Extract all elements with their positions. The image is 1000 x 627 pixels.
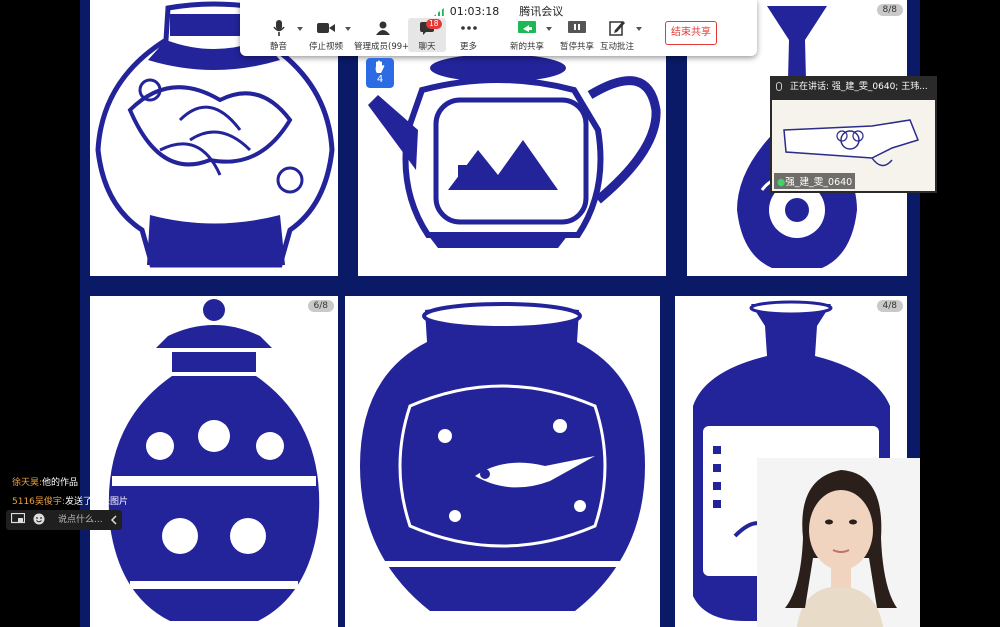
mute-options-caret[interactable] xyxy=(297,27,303,31)
speaker-video[interactable]: ●强_建_雯_0640 xyxy=(772,100,935,191)
microphone-icon xyxy=(776,82,782,91)
more-dots-icon xyxy=(460,20,477,36)
meeting-toolbar: 01:03:18 腾讯会议 静音 停止视频 管理成员(99+) 18 聊天 更多 xyxy=(240,0,757,56)
page-badge: 8/8 xyxy=(876,4,903,16)
new-share-button[interactable]: 新的共享 xyxy=(510,20,544,52)
vase-card-bird-jar xyxy=(345,296,660,627)
chat-button[interactable]: 18 聊天 xyxy=(408,18,446,52)
elapsed-time: 01:03:18 xyxy=(449,5,500,18)
raise-hand-indicator[interactable]: 4 xyxy=(366,58,394,88)
pause-icon xyxy=(560,20,594,36)
screen-share-chat-icon[interactable] xyxy=(10,512,26,528)
bird-jar-image xyxy=(360,302,645,611)
speaking-status: 正在讲话: 强_建_雯_0640; 王玮... xyxy=(790,82,928,92)
pause-share-button[interactable]: 暂停共享 xyxy=(560,20,594,52)
emoji-icon[interactable] xyxy=(33,513,45,528)
vase-card-lidded-jar: 6/8 xyxy=(90,296,338,627)
chat-message: 徐天昊:他的作品 xyxy=(12,478,79,488)
more-button[interactable]: 更多 xyxy=(460,20,477,52)
lidded-jar-image xyxy=(108,299,320,621)
annotate-options-caret[interactable] xyxy=(636,27,642,31)
presenter-video-frame xyxy=(757,458,920,627)
microphone-icon xyxy=(270,20,287,36)
end-share-button[interactable]: 结束共享 xyxy=(665,21,717,45)
annotate-icon xyxy=(600,20,634,36)
mute-button[interactable]: 静音 xyxy=(270,20,287,52)
meeting-status: 01:03:18 腾讯会议 xyxy=(240,3,757,19)
chat-input-bar xyxy=(6,510,122,530)
share-screen-icon xyxy=(510,20,544,36)
annotate-button[interactable]: 互动批注 xyxy=(600,20,634,52)
camera-icon xyxy=(309,20,343,36)
hand-icon xyxy=(366,58,394,74)
stop-video-button[interactable]: 停止视频 xyxy=(309,20,343,52)
speaker-panel[interactable]: 正在讲话: 强_建_雯_0640; 王玮... ●强_建_雯_0640 xyxy=(770,76,937,193)
raise-hand-count: 4 xyxy=(376,74,384,85)
members-icon xyxy=(354,20,413,36)
share-options-caret[interactable] xyxy=(546,27,552,31)
meeting-name: 腾讯会议 xyxy=(519,5,564,18)
signal-icon xyxy=(433,8,444,16)
chat-message: 5116吴俊宇:发送了一张图片 xyxy=(12,497,128,507)
speaker-status-bar: 正在讲话: 强_建_雯_0640; 王玮... xyxy=(770,76,937,98)
chat-input[interactable] xyxy=(58,513,104,527)
presenter-video[interactable] xyxy=(757,458,920,627)
manage-members-button[interactable]: 管理成员(99+) xyxy=(354,20,413,52)
page-badge: 6/8 xyxy=(307,300,334,312)
video-options-caret[interactable] xyxy=(345,27,351,31)
page-badge: 4/8 xyxy=(876,300,903,312)
collapse-chevron-icon[interactable] xyxy=(110,514,117,528)
speaker-name-tag: ●强_建_雯_0640 xyxy=(774,173,856,189)
chat-unread-badge: 18 xyxy=(426,19,442,29)
